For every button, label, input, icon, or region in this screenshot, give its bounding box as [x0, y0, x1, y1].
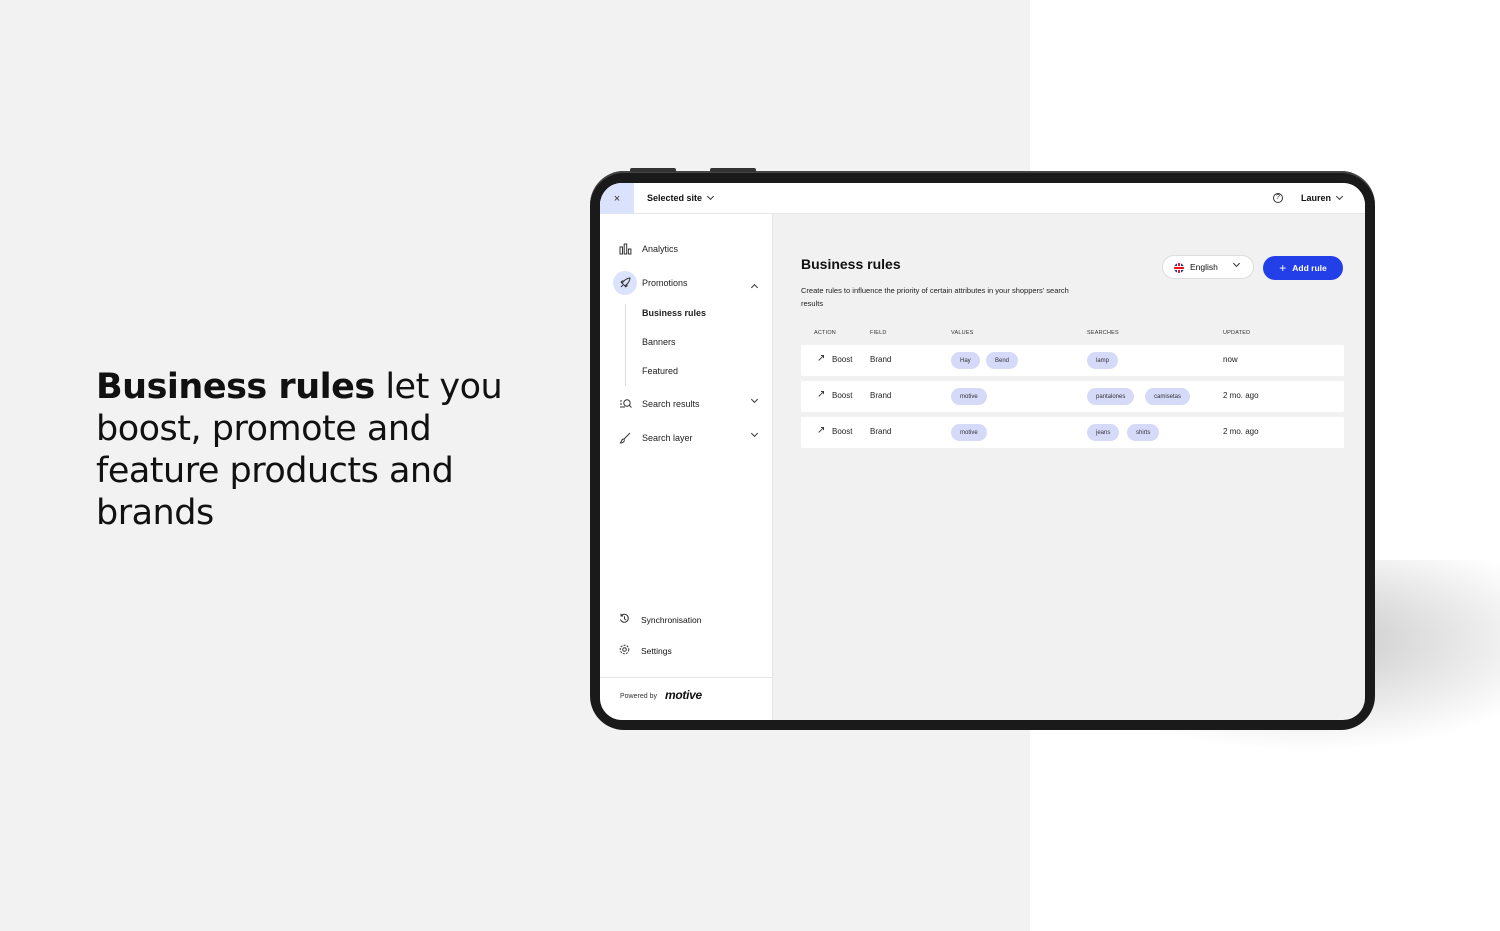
value-chip: motive: [951, 424, 987, 441]
value-chip: Hay: [951, 352, 980, 369]
brush-icon: [613, 426, 637, 450]
help-icon[interactable]: ?: [1273, 193, 1283, 203]
column-header-action: ACTION: [814, 330, 836, 336]
table-row[interactable]: ↗ Boost Brand Hay Bend lamp now: [801, 345, 1344, 376]
value-chip: Bend: [986, 352, 1019, 369]
add-rule-label: Add rule: [1292, 263, 1327, 273]
close-button[interactable]: ×: [600, 183, 634, 214]
rule-updated: 2 mo. ago: [1223, 427, 1259, 436]
chevron-up-icon: [750, 283, 759, 292]
tablet-screen: × Selected site ? Lauren Analytics Promo…: [600, 183, 1365, 720]
page-title: Business rules: [801, 256, 901, 272]
search-chip: lamp: [1087, 352, 1119, 369]
sidebar-subitem-featured[interactable]: Featured: [642, 366, 678, 376]
tablet-button: [710, 168, 756, 172]
search-chip: camisetas: [1145, 388, 1191, 405]
rule-field: Brand: [870, 355, 892, 364]
trend-up-icon: ↗: [817, 353, 826, 364]
column-header-updated: UPDATED: [1223, 330, 1251, 336]
main-content: Business rules Create rules to influence…: [773, 214, 1365, 720]
sidebar-item-label: Search results: [642, 399, 700, 409]
rocket-icon: [613, 271, 637, 295]
search-chip: pantalones: [1087, 388, 1135, 405]
site-selector[interactable]: Selected site: [647, 192, 715, 203]
sidebar-item-label: Synchronisation: [641, 615, 702, 625]
sidebar-item-label: Promotions: [642, 278, 688, 288]
chevron-down-icon: [750, 395, 759, 404]
site-selector-label: Selected site: [647, 193, 703, 203]
table-row[interactable]: ↗ Boost Brand motive pantalones camiseta…: [801, 381, 1344, 412]
search-list-icon: [613, 392, 637, 416]
tablet-frame: × Selected site ? Lauren Analytics Promo…: [590, 168, 1375, 730]
top-bar: × Selected site ? Lauren: [600, 183, 1365, 214]
sidebar-item-search-layer[interactable]: Search layer: [600, 426, 773, 450]
rule-field: Brand: [870, 391, 892, 400]
sidebar: Analytics Promotions Business rules Bann…: [600, 214, 773, 720]
page-description: Create rules to influence the priority o…: [801, 286, 1069, 308]
close-icon: ×: [613, 192, 621, 205]
sidebar-item-promotions[interactable]: Promotions: [600, 271, 773, 295]
tablet-button: [630, 168, 676, 172]
trend-up-icon: ↗: [817, 389, 826, 400]
headline: Business rules let you boost, promote an…: [96, 366, 556, 534]
sidebar-item-label: Search layer: [642, 433, 693, 443]
rule-updated: now: [1223, 355, 1238, 364]
plus-icon: +: [1279, 261, 1287, 275]
value-chip: motive: [951, 388, 987, 405]
search-chip: jeans: [1087, 424, 1120, 441]
user-menu[interactable]: Lauren: [1301, 192, 1344, 203]
sidebar-subitem-business-rules[interactable]: Business rules: [642, 308, 706, 318]
powered-by-label: Powered by: [620, 693, 657, 700]
sidebar-subitem-banners[interactable]: Banners: [642, 337, 676, 347]
sidebar-item-search-results[interactable]: Search results: [600, 392, 773, 416]
column-header-searches: SEARCHES: [1087, 330, 1119, 336]
headline-bold: Business rules: [96, 367, 375, 407]
column-header-field: FIELD: [870, 330, 887, 336]
chevron-down-icon: [1335, 192, 1344, 201]
rule-field: Brand: [870, 427, 892, 436]
table-row[interactable]: ↗ Boost Brand motive jeans shirts 2 mo. …: [801, 417, 1344, 448]
language-selector[interactable]: English: [1162, 255, 1254, 279]
motive-logo: motive: [665, 688, 702, 702]
submenu-line: [625, 304, 626, 386]
rule-action: Boost: [832, 427, 853, 436]
rule-action: Boost: [832, 355, 853, 364]
language-label: English: [1190, 262, 1218, 272]
trend-up-icon: ↗: [817, 425, 826, 436]
gear-icon: [619, 644, 630, 658]
rule-updated: 2 mo. ago: [1223, 391, 1259, 400]
bar-chart-icon: [613, 237, 637, 261]
uk-flag-icon: [1174, 263, 1184, 273]
add-rule-button[interactable]: + Add rule: [1263, 256, 1343, 280]
powered-by-footer: Powered by motive: [600, 677, 773, 720]
sidebar-item-analytics[interactable]: Analytics: [600, 237, 773, 261]
sidebar-item-label: Settings: [641, 646, 672, 656]
sidebar-item-label: Analytics: [642, 244, 679, 254]
chevron-down-icon: [750, 429, 759, 438]
chevron-down-icon: [1232, 259, 1241, 268]
chevron-down-icon: [706, 192, 715, 201]
rule-action: Boost: [832, 391, 853, 400]
sync-icon: [619, 613, 630, 627]
user-name: Lauren: [1301, 193, 1332, 203]
search-chip: shirts: [1127, 424, 1160, 441]
column-header-values: VALUES: [951, 330, 974, 336]
